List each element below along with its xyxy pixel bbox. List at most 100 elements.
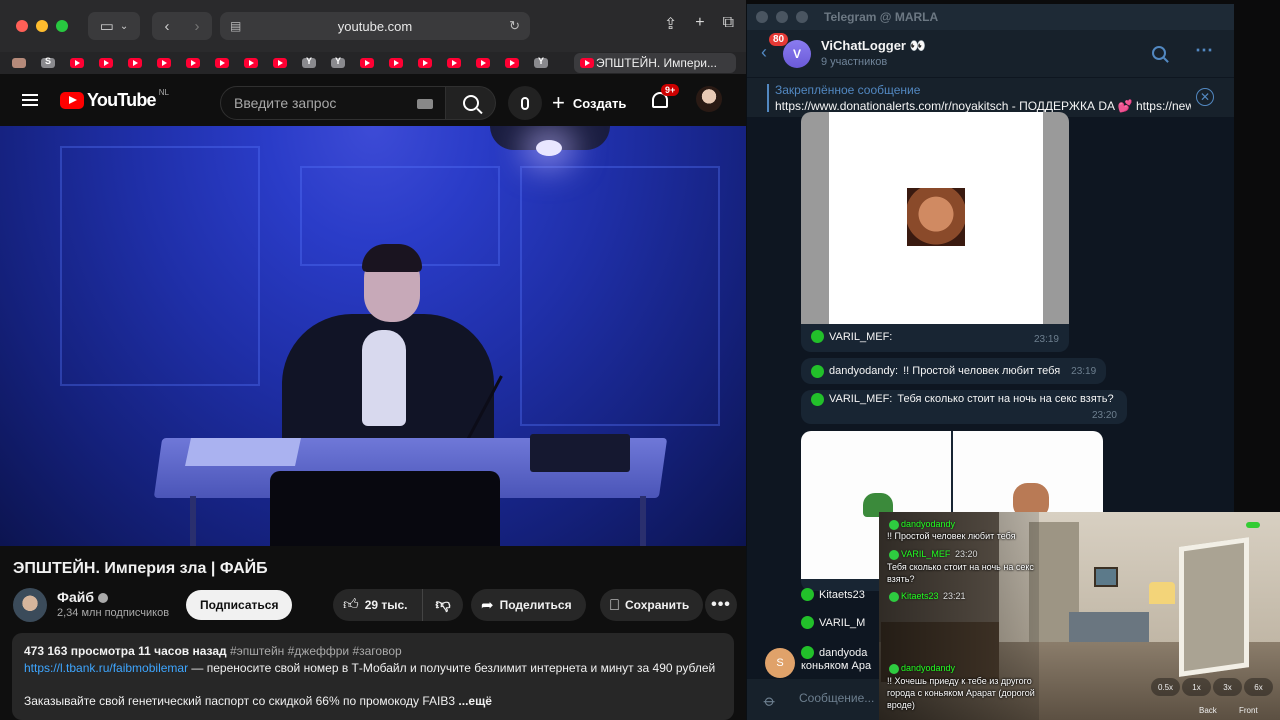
video-wall-panel [60, 146, 260, 386]
save-button[interactable]: ⎕ Сохранить [600, 589, 704, 621]
view-count: 473 163 просмотра [24, 644, 135, 658]
speed-button[interactable]: 6x [1244, 678, 1273, 696]
description-link[interactable]: https://l.tbank.ru/faibmobilemar [24, 661, 188, 675]
share-button[interactable]: ➦ Поделиться [471, 589, 586, 621]
user-avatar[interactable]: S [765, 648, 795, 678]
description-text: Заказывайте свой генетический паспорт со… [24, 694, 456, 708]
zoom-window-button[interactable] [796, 11, 808, 23]
description-text: — переносите свой номер в Т-Мобайл и пол… [188, 661, 716, 675]
keyboard-icon[interactable] [417, 99, 433, 109]
text-message[interactable]: dandyodandy: !! Простой человек любит те… [801, 358, 1107, 384]
tab-favicon-pinned[interactable] [12, 58, 26, 68]
more-actions-button[interactable]: ••• [705, 589, 737, 621]
tab-youtube-icon[interactable] [360, 58, 374, 68]
chat-avatar[interactable]: V [783, 40, 811, 68]
attach-icon[interactable]: ⌀ [759, 691, 780, 712]
thumbs-down-icon: 👎︎ [435, 596, 451, 613]
photo-message[interactable]: VARIL_MEF: 23:19 [801, 112, 1069, 352]
subscribe-button[interactable]: Подписаться [186, 590, 293, 620]
channel-avatar[interactable] [13, 588, 47, 622]
search-input[interactable]: Введите запрос [220, 86, 446, 120]
tab-youtube-icon[interactable] [418, 58, 432, 68]
address-bar[interactable]: ▤ youtube.com ↻ [220, 12, 530, 40]
close-window-button[interactable] [756, 11, 768, 23]
status-dot-icon [811, 330, 824, 343]
status-dot-icon [801, 646, 814, 659]
stream-chat-overlay: dandyodandy !! Простой человек любит теб… [879, 512, 1039, 720]
tab-youtube-icon[interactable] [476, 58, 490, 68]
menu-icon[interactable] [22, 94, 38, 106]
video-table-leg [190, 496, 196, 546]
overlay-time: 23:21 [943, 591, 966, 601]
zoom-window-button[interactable] [56, 20, 68, 32]
tab-youtube-icon[interactable] [215, 58, 229, 68]
sidebar-toggle-button[interactable]: ▭ ⌄ [88, 12, 140, 40]
share-icon[interactable]: ⇪ [664, 14, 677, 34]
back-arrow-icon[interactable]: ‹ [761, 42, 767, 63]
speed-button[interactable]: 3x [1213, 678, 1242, 696]
tab-bar: S Y Y Y ЭПШТЕЙН. Импери... [0, 52, 746, 74]
text-message[interactable]: VARIL_MEF: Тебя сколько стоит на ночь на… [801, 390, 1127, 424]
show-more-button[interactable]: ...ещё [458, 694, 491, 708]
tab-favicon-y[interactable]: Y [302, 56, 316, 68]
youtube-play-icon [60, 92, 84, 109]
youtube-logo[interactable]: YouTube NL [60, 88, 169, 111]
tab-favicon-y[interactable]: Y [331, 56, 345, 68]
dislike-button[interactable]: 👎︎ [423, 596, 463, 614]
tab-favicon-s[interactable]: S [41, 56, 55, 68]
stream-preview[interactable]: dandyodandy !! Простой человек любит теб… [879, 512, 1280, 720]
search-button[interactable] [446, 86, 496, 120]
back-button[interactable]: ‹ [152, 18, 182, 35]
tab-youtube-icon[interactable] [389, 58, 403, 68]
description-stats-line: 473 163 просмотра 11 часов назад #эпштей… [24, 643, 722, 660]
tab-youtube-icon[interactable] [273, 58, 287, 68]
navigation-buttons: ‹ › [152, 12, 212, 40]
new-tab-icon[interactable]: + [695, 14, 704, 34]
thumbs-up-icon: 👍︎ [343, 596, 359, 613]
tab-youtube-icon[interactable] [447, 58, 461, 68]
hashtags[interactable]: #эпштейн #джеффри #заговор [230, 644, 402, 658]
chat-name[interactable]: ViChatLogger 👀 [821, 38, 926, 54]
recording-indicator [1246, 522, 1260, 528]
speed-button[interactable]: 1x [1182, 678, 1211, 696]
channel-name[interactable]: Файб [57, 589, 108, 605]
minimize-window-button[interactable] [776, 11, 788, 23]
voice-search-button[interactable] [508, 86, 542, 120]
account-avatar[interactable] [696, 86, 722, 112]
back-camera-button[interactable]: Back [1199, 706, 1217, 715]
tab-youtube-icon[interactable] [128, 58, 142, 68]
message-sender: Kitaets23 [801, 588, 865, 601]
tab-youtube-icon[interactable] [244, 58, 258, 68]
tab-overview-icon[interactable]: ⧉ [723, 14, 734, 34]
speed-button[interactable]: 0.5x [1151, 678, 1180, 696]
page-settings-icon[interactable]: ▤ [230, 19, 241, 33]
video-player[interactable] [0, 126, 746, 546]
room-bed [1069, 612, 1149, 642]
reload-icon[interactable]: ↻ [509, 18, 520, 34]
sender-name: Kitaets23 [819, 588, 865, 601]
like-button[interactable]: 👍︎ 29 тыс. [333, 589, 423, 621]
active-tab[interactable]: ЭПШТЕЙН. Импери... [574, 53, 736, 73]
forward-button[interactable]: › [182, 18, 212, 35]
video-person-shirt [362, 330, 406, 426]
overlay-message: Тебя сколько стоит на ночь на секс взять… [887, 561, 1037, 585]
more-icon[interactable]: ⋯ [1195, 40, 1214, 61]
tab-youtube-icon[interactable] [70, 58, 84, 68]
minimize-window-button[interactable] [36, 20, 48, 32]
sender-name: VARIL_MEF: [829, 393, 893, 405]
tab-youtube-icon[interactable] [505, 58, 519, 68]
overlay-message-text: Тебя сколько стоит на ночь на секс взять… [887, 562, 1034, 584]
search-icon[interactable] [1152, 46, 1166, 60]
tab-youtube-icon[interactable] [186, 58, 200, 68]
close-icon[interactable]: ✕ [1196, 88, 1214, 106]
tab-youtube-icon[interactable] [99, 58, 113, 68]
message-sender: VARIL_M [801, 616, 865, 629]
create-button[interactable]: + Создать [552, 88, 636, 118]
video-description[interactable]: 473 163 просмотра 11 часов назад #эпштей… [12, 633, 734, 720]
tab-youtube-icon[interactable] [157, 58, 171, 68]
message-sender: VARIL_MEF: [811, 330, 892, 343]
tab-favicon-y[interactable]: Y [534, 56, 548, 68]
close-window-button[interactable] [16, 20, 28, 32]
front-camera-button[interactable]: Front [1239, 706, 1258, 715]
message-input[interactable]: Сообщение... [799, 691, 874, 705]
